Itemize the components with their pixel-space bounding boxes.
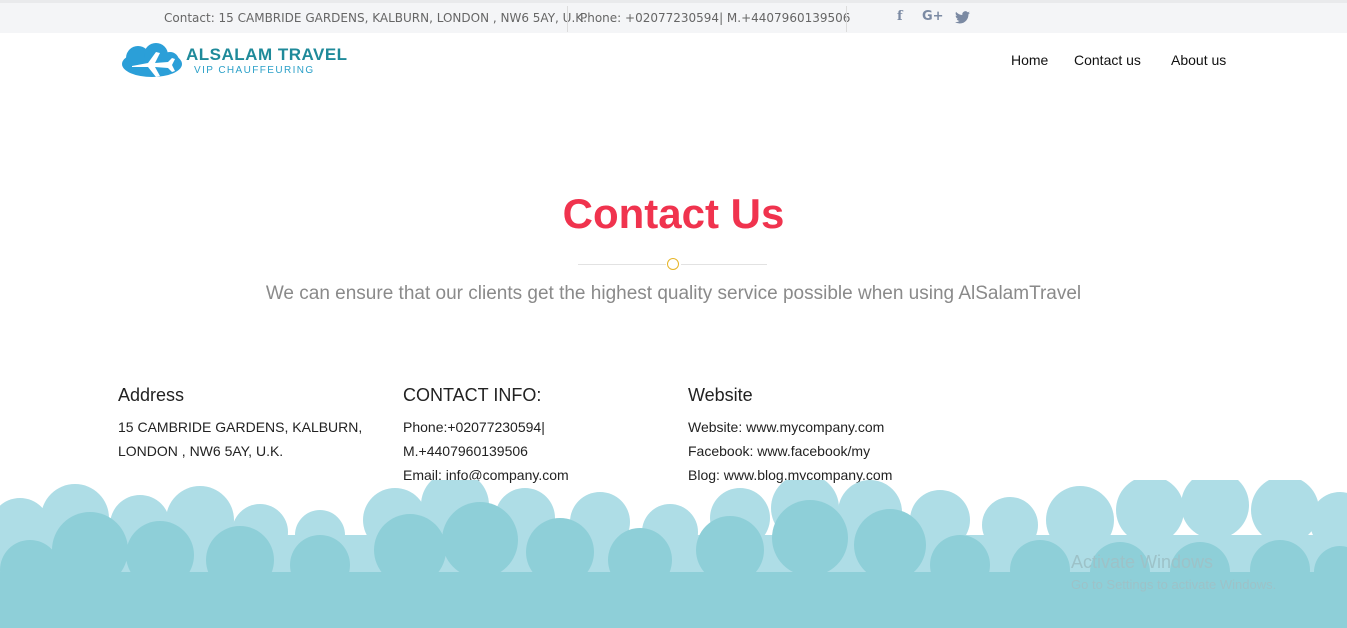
- website-heading: Website: [688, 385, 753, 405]
- topbar-phone: Phone: +02077230594| M.+4407960139506: [580, 11, 851, 25]
- title-divider-left: [578, 264, 666, 265]
- brand-title: ALSALAM TRAVEL: [186, 45, 348, 64]
- topbar-divider: [846, 6, 847, 32]
- brand-logo[interactable]: ALSALAM TRAVEL VIP CHAUFFEURING: [118, 42, 358, 82]
- website-column: Website Website: www.mycompany.com Faceb…: [688, 385, 948, 487]
- nav-contact-us[interactable]: Contact us: [1074, 52, 1141, 68]
- google-plus-icon[interactable]: G+: [922, 9, 944, 24]
- contact-mobile: M.+4407960139506: [403, 443, 528, 459]
- page-subtitle: We can ensure that our clients get the h…: [265, 283, 1082, 304]
- address-line: 15 CAMBRIDE GARDENS, KALBURN,: [118, 419, 363, 435]
- facebook-link[interactable]: Facebook: www.facebook/my: [688, 439, 948, 463]
- facebook-icon[interactable]: f: [897, 9, 903, 24]
- twitter-icon[interactable]: [955, 11, 970, 28]
- top-bar: Contact: 15 CAMBRIDE GARDENS, KALBURN, L…: [0, 0, 1347, 33]
- contact-phone: Phone:+02077230594|: [403, 419, 545, 435]
- activate-windows-title: Activate Windows: [1071, 552, 1214, 572]
- title-divider-right: [681, 264, 767, 265]
- contact-info-heading: CONTACT INFO:: [403, 385, 542, 405]
- address-column: Address 15 CAMBRIDE GARDENS, KALBURN, LO…: [118, 385, 378, 463]
- contact-info-column: CONTACT INFO: Phone:+02077230594| M.+440…: [403, 385, 663, 487]
- address-line: LONDON , NW6 5AY, U.K.: [118, 443, 284, 459]
- topbar-address: Contact: 15 CAMBRIDE GARDENS, KALBURN, L…: [164, 11, 587, 25]
- plane-cloud-icon: [122, 43, 182, 77]
- title-divider-dot: [667, 258, 679, 270]
- activate-windows-hint: Go to Settings to activate Windows.: [1071, 577, 1277, 592]
- page-title: Contact Us: [562, 190, 785, 237]
- nav-home[interactable]: Home: [1011, 52, 1048, 68]
- address-heading: Address: [118, 385, 185, 405]
- website-link[interactable]: Website: www.mycompany.com: [688, 415, 948, 439]
- nav-about-us[interactable]: About us: [1171, 52, 1226, 68]
- topbar-divider: [567, 6, 568, 32]
- brand-subtitle: VIP CHAUFFEURING: [194, 65, 315, 76]
